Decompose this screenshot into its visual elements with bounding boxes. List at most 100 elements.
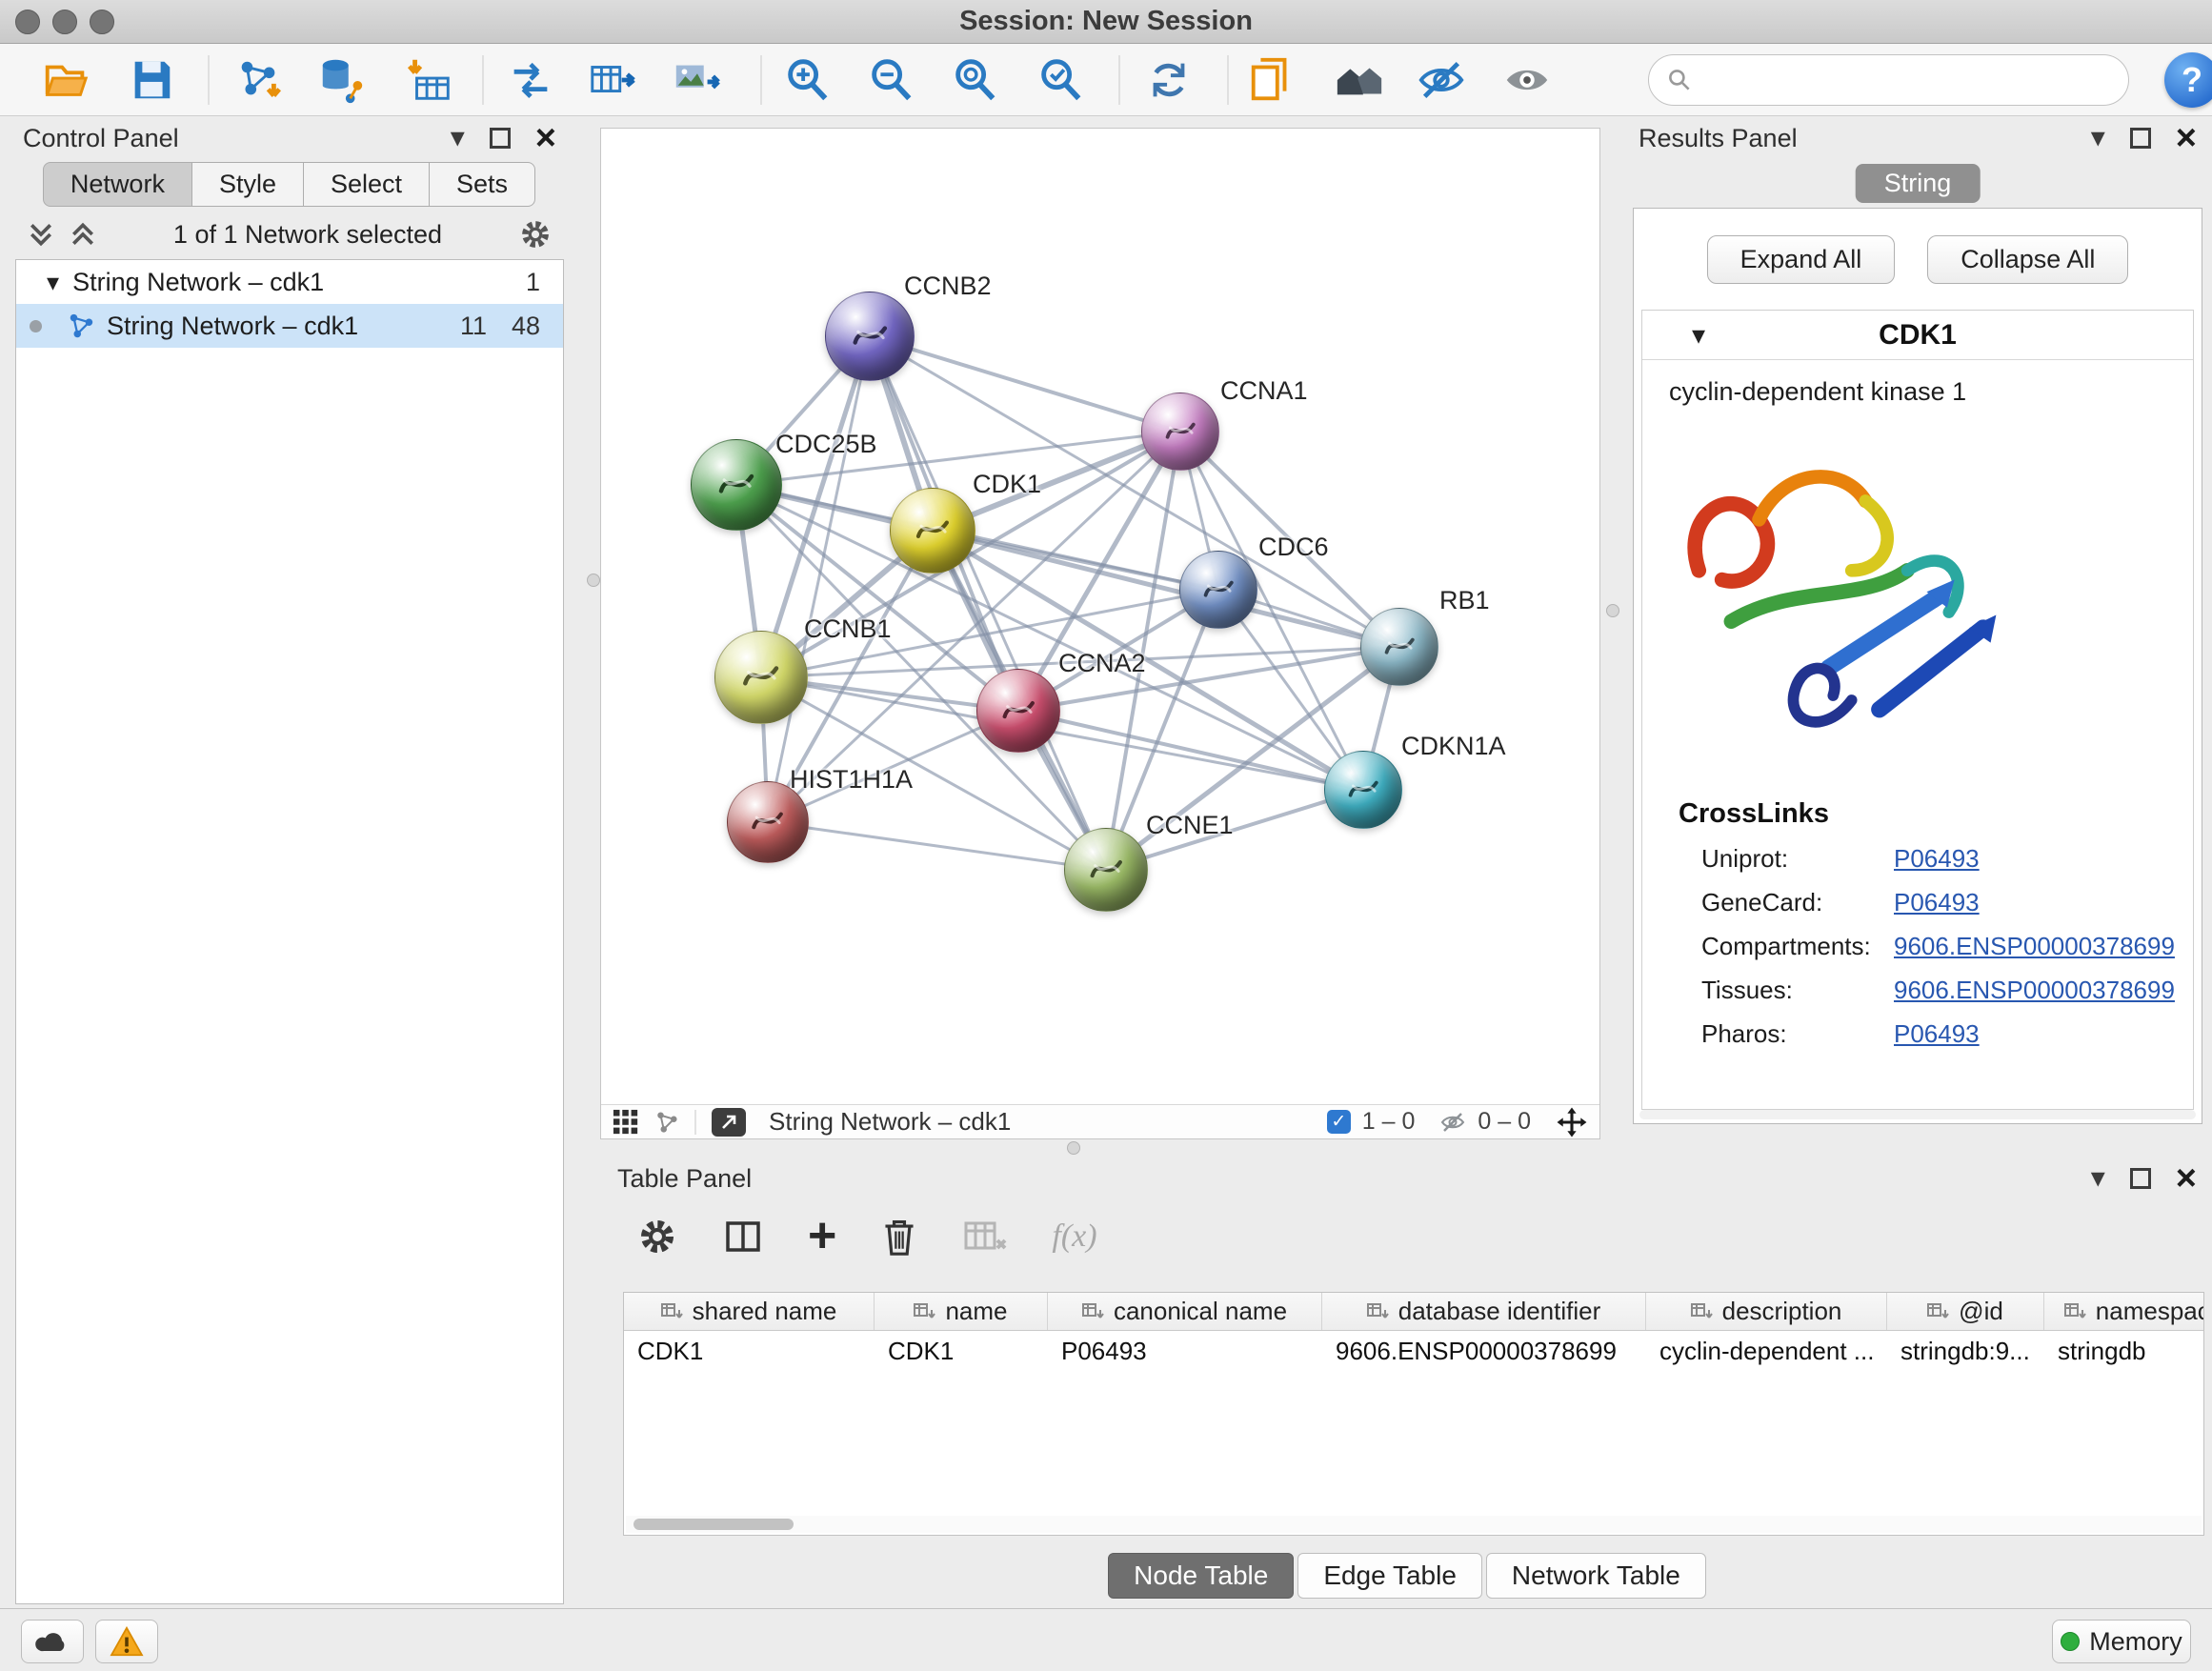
protein-structure-thumbnail [1078, 842, 1135, 898]
crosslink-uniprot[interactable]: P06493 [1894, 844, 1980, 874]
expand-all-button[interactable]: Expand All [1707, 235, 1896, 284]
network-node-label: CCNE1 [1146, 811, 1234, 840]
help-button[interactable]: ? [2164, 52, 2212, 108]
column-header-database-identifier[interactable]: database identifier [1322, 1293, 1646, 1330]
column-header-name[interactable]: name [875, 1293, 1048, 1330]
network-node-cdc6[interactable] [1179, 551, 1257, 629]
memory-button[interactable]: Memory [2052, 1620, 2191, 1663]
network-node-ccnb2[interactable] [825, 292, 915, 381]
open-file-button[interactable] [36, 51, 95, 109]
show-columns-icon[interactable] [722, 1216, 764, 1258]
zoom-in-button[interactable] [777, 51, 836, 109]
show-all-button[interactable] [1498, 51, 1557, 109]
zoom-selected-button[interactable] [1031, 51, 1090, 109]
export-table-button[interactable] [583, 51, 642, 109]
panel-float-icon[interactable] [490, 128, 511, 149]
save-session-button[interactable] [122, 51, 181, 109]
network-node-ccnb1[interactable] [714, 631, 808, 724]
column-header-id[interactable]: @id [1887, 1293, 2044, 1330]
network-edge-cdk1-rb1[interactable] [933, 531, 1399, 647]
tab-edge-table[interactable]: Edge Table [1297, 1553, 1482, 1599]
panel-close-icon[interactable]: × [2176, 120, 2197, 156]
crosslink-genecard[interactable]: P06493 [1894, 888, 1980, 917]
warnings-button[interactable] [95, 1620, 158, 1663]
network-edge-ccna2-cdkn1a[interactable] [1018, 711, 1363, 790]
network-node-ccna2[interactable] [976, 669, 1060, 753]
network-node-ccne1[interactable] [1064, 828, 1148, 912]
panel-menu-caret-icon[interactable]: ▾ [2091, 124, 2105, 152]
entry-expanded-icon[interactable]: ▾ [1692, 319, 1705, 351]
network-options-gear-icon[interactable] [518, 217, 553, 252]
collapse-all-button[interactable]: Collapse All [1927, 235, 2128, 284]
splitter-handle[interactable] [1067, 1141, 1080, 1155]
birds-eye-view-icon[interactable] [613, 1109, 639, 1136]
tab-network[interactable]: Network [43, 162, 192, 207]
network-edge-ccnb2-ccna1[interactable] [870, 336, 1180, 432]
table-horizontal-scrollbar[interactable] [626, 1516, 2202, 1533]
hide-selection-button[interactable] [1412, 51, 1471, 109]
zoom-fit-button[interactable] [945, 51, 1004, 109]
crosslink-pharos[interactable]: P06493 [1894, 1019, 1980, 1049]
tab-string[interactable]: String [1856, 164, 1981, 203]
pan-crosshair-icon[interactable] [1556, 1106, 1588, 1138]
network-row-label: String Network – cdk1 [107, 312, 358, 341]
column-header-shared-name[interactable]: shared name [624, 1293, 875, 1330]
panel-menu-caret-icon[interactable]: ▾ [451, 124, 465, 152]
apply-layout-button[interactable] [1139, 51, 1198, 109]
table-settings-gear-icon[interactable] [636, 1216, 678, 1258]
panel-menu-caret-icon[interactable]: ▾ [2091, 1164, 2105, 1193]
panel-float-icon[interactable] [2130, 128, 2151, 149]
cloud-status-button[interactable] [21, 1620, 84, 1663]
network-node-label: CCNB1 [804, 614, 892, 644]
add-column-icon[interactable]: + [808, 1217, 836, 1257]
table-row[interactable]: CDK1CDK1P064939606.ENSP00000378699cyclin… [624, 1331, 2203, 1371]
network-node-cdc25b[interactable] [691, 439, 782, 531]
results-panel-header: Results Panel ▾ × [1623, 116, 2212, 160]
search-input[interactable] [1702, 65, 2111, 96]
share-network-icon[interactable] [654, 1110, 679, 1135]
control-panel-header: Control Panel ▾ × [8, 116, 572, 160]
network-row[interactable]: String Network – cdk1 11 48 [16, 304, 563, 348]
network-node-cdkn1a[interactable] [1324, 751, 1402, 829]
scrollbar-thumb[interactable] [633, 1519, 794, 1530]
tree-expanded-icon[interactable]: ▾ [47, 268, 59, 297]
splitter-handle[interactable] [1606, 604, 1619, 617]
results-scrollbar[interactable] [1639, 1110, 2196, 1119]
network-collection-row[interactable]: ▾ String Network – cdk1 1 [16, 260, 563, 304]
open-in-new-window-button[interactable] [712, 1108, 746, 1137]
selected-checkbox-icon[interactable]: ✓ [1327, 1110, 1351, 1134]
node-entry-header[interactable]: ▾ CDK1 [1642, 311, 2193, 360]
import-table-file-button[interactable] [400, 51, 459, 109]
collapse-all-icon[interactable] [27, 218, 55, 251]
crosslink-row: Uniprot:P06493 [1701, 844, 2193, 874]
network-node-rb1[interactable] [1360, 608, 1438, 686]
column-header-namespace[interactable]: namespace [2044, 1293, 2204, 1330]
import-network-database-button[interactable] [312, 51, 372, 109]
delete-column-trash-icon[interactable] [880, 1216, 918, 1258]
zoom-out-button[interactable] [861, 51, 920, 109]
clone-network-button[interactable] [1242, 51, 1301, 109]
tab-sets[interactable]: Sets [429, 162, 535, 207]
tab-node-table[interactable]: Node Table [1108, 1553, 1294, 1599]
tab-network-table[interactable]: Network Table [1486, 1553, 1706, 1599]
network-node-ccna1[interactable] [1141, 393, 1219, 471]
crosslink-compartments[interactable]: 9606.ENSP00000378699 [1894, 932, 2175, 961]
column-header-canonical-name[interactable]: canonical name [1048, 1293, 1322, 1330]
network-canvas[interactable]: CCNB2CCNA1CDC25BCDK1CDC6RB1CCNB1CCNA2CDK… [601, 129, 1599, 1104]
network-node-cdk1[interactable] [890, 488, 975, 574]
home-button[interactable] [1330, 51, 1389, 109]
crosslink-tissues[interactable]: 9606.ENSP00000378699 [1894, 976, 2175, 1005]
tab-style[interactable]: Style [191, 162, 304, 207]
panel-close-icon[interactable]: × [535, 120, 556, 156]
panel-float-icon[interactable] [2130, 1168, 2151, 1189]
tab-select[interactable]: Select [303, 162, 430, 207]
network-edge-hist1h1a-ccne1[interactable] [768, 822, 1106, 870]
splitter-handle[interactable] [587, 574, 600, 587]
import-network-file-button[interactable] [229, 51, 288, 109]
panel-close-icon[interactable]: × [2176, 1160, 2197, 1197]
new-network-from-selection-button[interactable] [501, 51, 560, 109]
expand-all-icon[interactable] [69, 218, 97, 251]
column-header-description[interactable]: description [1646, 1293, 1887, 1330]
export-image-button[interactable] [667, 51, 726, 109]
network-list-toolbar: 1 of 1 Network selected [8, 211, 572, 257]
